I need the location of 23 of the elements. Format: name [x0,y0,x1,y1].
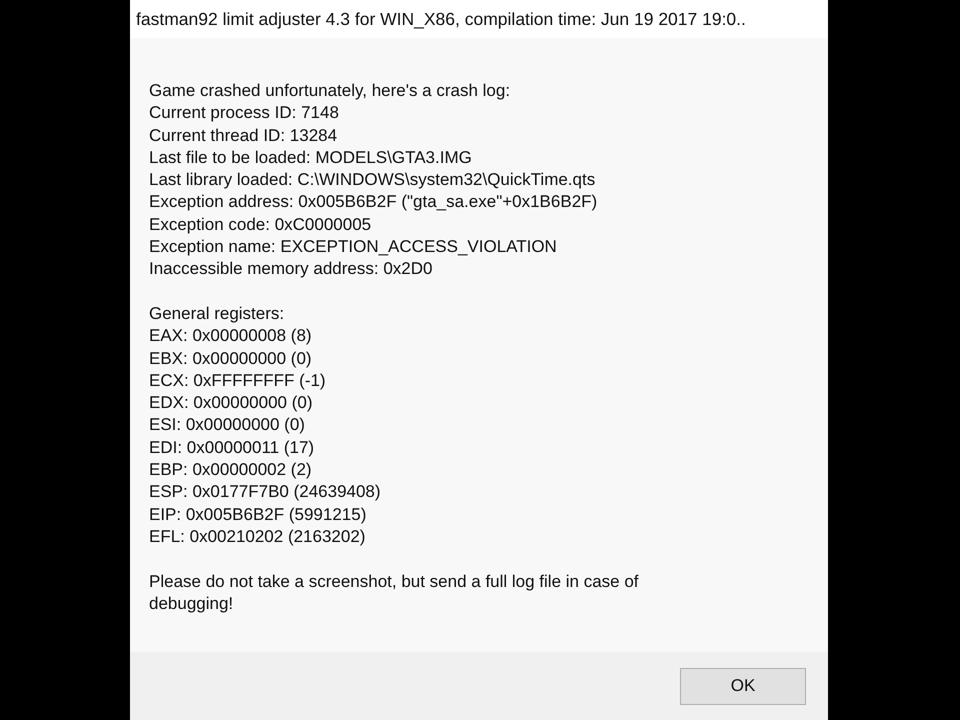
log-line: Last file to be loaded: MODELS\GTA3.IMG [149,146,472,169]
log-line: Last library loaded: C:\WINDOWS\system32\QuickTime.qts [149,169,596,192]
log-line: ESP: 0x0177F7B0 (24639408) [149,481,381,504]
log-line: ECX: 0xFFFFFFFF (-1) [149,370,326,392]
log-line: EBX: 0x00000000 (0) [149,348,312,370]
log-line: Exception name: EXCEPTION_ACCESS_VIOLATION [149,236,557,258]
log-line: EFL: 0x00210202 (2163202) [149,526,366,548]
log-line: EBP: 0x00000002 (2) [149,459,312,482]
log-line: EIP: 0x005B6B2F (5991215) [149,504,366,526]
log-line: EAX: 0x00000008 (8) [149,325,312,348]
log-line: Exception address: 0x005B6B2F ("gta_sa.exe"+0x1B6B2F) [149,191,598,214]
log-line: General registers: [149,302,284,325]
log-line: ESI: 0x00000000 (0) [149,414,305,436]
log-line: Exception code: 0xC0000005 [149,214,372,236]
log-line: Current thread ID: 13284 [149,124,338,147]
message-note: Please do not take a screenshot, but send a full log file in case of debugging! [149,570,640,615]
ok-button[interactable]: OK [680,668,806,704]
window-title: fastman92 limit adjuster 4.3 for WIN_X86, compilation time: Jun 19 2017 19:0.. [136,8,746,30]
log-line: EDX: 0x00000000 (0) [149,392,312,414]
log-line: Inaccessible memory address: 0x2D0 [149,258,432,280]
log-line: Game crashed unfortunately, here's a crash log: [149,80,510,102]
log-line: Current process ID: 7148 [149,102,339,124]
log-line: EDI: 0x00000011 (17) [149,436,314,459]
